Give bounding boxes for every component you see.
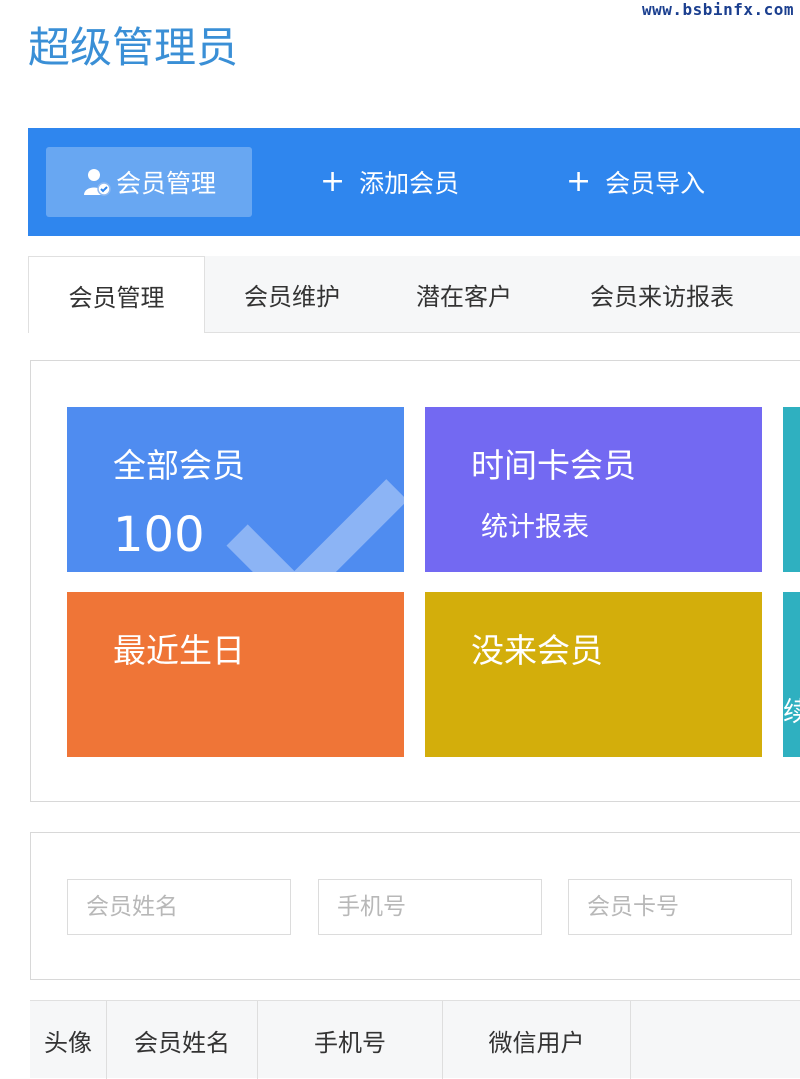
tab-member-maintenance[interactable]: 会员维护 <box>218 256 366 332</box>
add-member-button[interactable]: + 添加会员 <box>320 147 459 217</box>
tab-member-management[interactable]: 会员管理 <box>28 256 205 333</box>
import-member-label: 会员导入 <box>605 169 706 198</box>
column-header-avatar[interactable]: 头像 <box>30 1001 107 1079</box>
tab-potential-customers[interactable]: 潜在客户 <box>390 256 538 332</box>
tile-recent-birthdays[interactable]: 最近生日 <box>67 592 404 757</box>
search-filter-panel <box>30 832 800 980</box>
tab-visit-report[interactable]: 会员来访报表 <box>562 256 762 332</box>
column-header-name[interactable]: 会员姓名 <box>107 1001 258 1079</box>
tile-title: 全部会员 <box>113 446 245 485</box>
add-member-label: 添加会员 <box>359 169 460 198</box>
user-check-icon <box>83 169 111 196</box>
stats-panel: 全部会员 100 时间卡会员 统计报表 最近生日 没来会员 续 <box>30 360 800 802</box>
tile-all-members[interactable]: 全部会员 100 <box>67 407 404 572</box>
tile-subtitle: 统计报表 <box>481 512 589 543</box>
tile-partial-bottom[interactable]: 续 <box>783 592 800 757</box>
member-table-header: 头像 会员姓名 手机号 微信用户 <box>30 1000 800 1079</box>
member-count: 100 <box>113 507 205 563</box>
tile-title: 没来会员 <box>471 631 603 670</box>
plus-icon: + <box>320 164 346 199</box>
column-header-phone[interactable]: 手机号 <box>258 1001 443 1079</box>
watermark: www.bsbinfx.com <box>642 0 794 19</box>
tile-title: 最近生日 <box>113 631 245 670</box>
member-management-label: 会员管理 <box>115 169 216 198</box>
tile-partial-text: 续 <box>783 697 800 728</box>
phone-input[interactable] <box>318 879 542 935</box>
tile-partial-top[interactable] <box>783 407 800 572</box>
plus-icon: + <box>566 164 592 199</box>
tile-time-card-members[interactable]: 时间卡会员 统计报表 <box>425 407 762 572</box>
member-name-input[interactable] <box>67 879 291 935</box>
page-title: 超级管理员 <box>28 23 239 72</box>
tab-bar: 会员管理 会员维护 潜在客户 会员来访报表 <box>28 256 800 333</box>
member-management-button[interactable]: 会员管理 <box>46 147 252 217</box>
member-card-input[interactable] <box>568 879 792 935</box>
import-member-button[interactable]: + 会员导入 <box>566 147 705 217</box>
tile-title: 时间卡会员 <box>471 446 636 485</box>
top-action-bar: 会员管理 + 添加会员 + 会员导入 <box>28 128 800 236</box>
column-header-wechat[interactable]: 微信用户 <box>443 1001 631 1079</box>
tile-absent-members[interactable]: 没来会员 <box>425 592 762 757</box>
check-icon <box>226 432 404 572</box>
